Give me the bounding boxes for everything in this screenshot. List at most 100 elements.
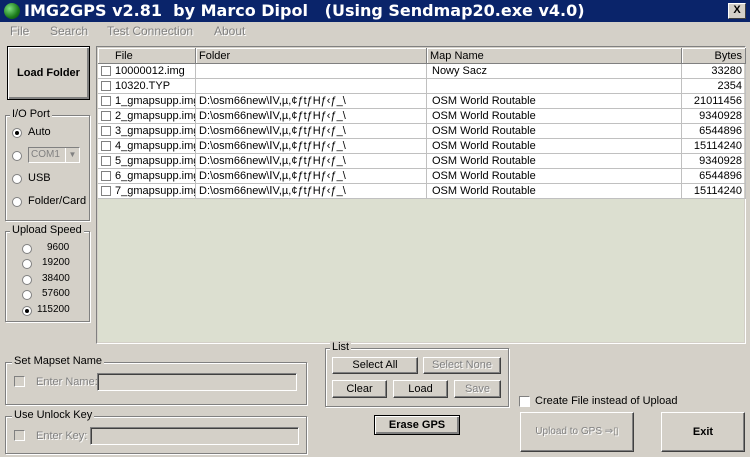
io-folder-card-label: Folder/Card [28,195,87,207]
table-row[interactable]: 7_gmapsupp.img D:\osm66new\ⅠV,µ,¢ƒtƒHƒ‹ƒ_… [98,184,746,199]
load-button[interactable]: Load [393,380,448,398]
menu-search[interactable]: Search [50,24,88,38]
create-file-checkbox[interactable] [519,396,530,407]
col-folder-header[interactable]: Folder [196,48,427,64]
cell-file: 2_gmapsupp.img [98,109,196,124]
cell-map: OSM World Routable [427,154,682,169]
upload-arrow-device-icon: ⇒▯ [602,426,619,437]
cell-folder: D:\osm66new\ⅠV,µ,¢ƒtƒHƒ‹ƒ_\ [196,109,427,124]
table-row[interactable]: 3_gmapsupp.img D:\osm66new\ⅠV,µ,¢ƒtƒHƒ‹ƒ_… [98,124,746,139]
table-row[interactable]: 10320.TYP 2354 [98,79,746,94]
io-usb-radio[interactable] [12,174,22,184]
mapset-name-input[interactable] [97,373,297,391]
menu-test-connection[interactable]: Test Connection [107,24,193,38]
erase-gps-button[interactable]: Erase GPS [374,415,460,435]
close-button[interactable]: X [728,3,746,19]
mapset-field-label: Enter Name: [36,376,98,388]
title-bar: IMG2GPS v2.81 by Marco Dipol (Using Send… [0,0,750,22]
cell-map: Nowy Sacz [427,64,682,79]
io-com-radio[interactable] [12,151,22,161]
speed-19200-radio[interactable] [22,259,32,269]
cell-bytes: 2354 [682,79,746,94]
io-usb-label: USB [28,172,51,184]
io-auto-radio[interactable] [12,128,22,138]
file-list-body: File Folder Map Name Bytes 10000012.img N… [98,48,746,342]
cell-map: OSM World Routable [427,184,682,199]
cell-file: 4_gmapsupp.img [98,139,196,154]
cell-map: OSM World Routable [427,124,682,139]
unlock-field-label: Enter Key: [36,430,88,442]
cell-bytes: 15114240 [682,139,746,154]
cell-folder: D:\osm66new\ⅠV,µ,¢ƒtƒHƒ‹ƒ_\ [196,139,427,154]
cell-folder: D:\osm66new\ⅠV,µ,¢ƒtƒHƒ‹ƒ_\ [196,124,427,139]
load-folder-button[interactable]: Load Folder [7,46,90,100]
menu-file[interactable]: File [10,24,29,38]
mapset-legend: Set Mapset Name [12,355,105,367]
col-file-header[interactable]: File [98,48,196,64]
menu-about[interactable]: About [214,24,245,38]
create-file-label: Create File instead of Upload [535,395,678,407]
speed-57600-radio[interactable] [22,290,32,300]
speed-38400-label: 38400 [42,273,70,284]
select-none-button[interactable]: Select None [423,357,501,374]
col-bytes-header[interactable]: Bytes [682,48,746,64]
cell-bytes: 6544896 [682,169,746,184]
cell-file: 10000012.img [98,64,196,79]
cell-folder [196,64,427,79]
speed-9600-label: 9600 [47,242,70,253]
cell-file: 7_gmapsupp.img [98,184,196,199]
chevron-down-icon: ▼ [65,148,79,162]
cell-folder: D:\osm66new\ⅠV,µ,¢ƒtƒHƒ‹ƒ_\ [196,94,427,109]
unlock-checkbox[interactable] [14,430,25,441]
cell-folder: D:\osm66new\ⅠV,µ,¢ƒtƒHƒ‹ƒ_\ [196,184,427,199]
cell-folder [196,79,427,94]
speed-9600-radio[interactable] [22,244,32,254]
speed-115200-radio[interactable] [22,306,32,316]
table-row[interactable]: 10000012.img Nowy Sacz 33280 [98,64,746,79]
upload-to-gps-button[interactable]: Upload to GPS ⇒▯ [520,412,634,452]
io-folder-card-radio[interactable] [12,197,22,207]
list-legend: List [330,341,352,353]
file-list-header: File Folder Map Name Bytes [98,48,746,64]
cell-map: OSM World Routable [427,169,682,184]
table-row[interactable]: 1_gmapsupp.img D:\osm66new\ⅠV,µ,¢ƒtƒHƒ‹ƒ_… [98,94,746,109]
io-auto-label: Auto [28,126,51,138]
table-row[interactable]: 5_gmapsupp.img D:\osm66new\ⅠV,µ,¢ƒtƒHƒ‹ƒ_… [98,154,746,169]
menu-bar: File Search Test Connection About [0,22,750,40]
cell-file: 3_gmapsupp.img [98,124,196,139]
cell-bytes: 9340928 [682,154,746,169]
table-row[interactable]: 4_gmapsupp.img D:\osm66new\ⅠV,µ,¢ƒtƒHƒ‹ƒ_… [98,139,746,154]
cell-map: OSM World Routable [427,109,682,124]
speed-57600-label: 57600 [42,288,70,299]
select-all-button[interactable]: Select All [332,357,418,374]
unlock-legend: Use Unlock Key [12,409,95,421]
cell-file: 6_gmapsupp.img [98,169,196,184]
cell-map: OSM World Routable [427,94,682,109]
speed-19200-label: 19200 [42,257,70,268]
col-map-header[interactable]: Map Name [427,48,682,64]
com-port-value: COM1 [31,149,60,160]
cell-folder: D:\osm66new\ⅠV,µ,¢ƒtƒHƒ‹ƒ_\ [196,169,427,184]
file-list[interactable]: File Folder Map Name Bytes 10000012.img N… [96,46,746,344]
cell-bytes: 9340928 [682,109,746,124]
save-button[interactable]: Save [454,380,501,398]
cell-file: 1_gmapsupp.img [98,94,196,109]
speed-115200-label: 115200 [37,304,70,315]
cell-folder: D:\osm66new\ⅠV,µ,¢ƒtƒHƒ‹ƒ_\ [196,154,427,169]
mapset-checkbox[interactable] [14,376,25,387]
cell-map [427,79,682,94]
clear-button[interactable]: Clear [332,380,387,398]
window-title: IMG2GPS v2.81 by Marco Dipol (Using Send… [24,1,585,20]
cell-bytes: 15114240 [682,184,746,199]
cell-file: 10320.TYP [98,79,196,94]
app-globe-icon [4,3,20,19]
speed-38400-radio[interactable] [22,275,32,285]
table-row[interactable]: 2_gmapsupp.img D:\osm66new\ⅠV,µ,¢ƒtƒHƒ‹ƒ_… [98,109,746,124]
exit-button[interactable]: Exit [661,412,745,452]
com-port-select[interactable]: COM1 ▼ [28,147,80,163]
cell-map: OSM World Routable [427,139,682,154]
cell-bytes: 33280 [682,64,746,79]
cell-file: 5_gmapsupp.img [98,154,196,169]
unlock-key-input[interactable] [90,427,299,445]
table-row[interactable]: 6_gmapsupp.img D:\osm66new\ⅠV,µ,¢ƒtƒHƒ‹ƒ_… [98,169,746,184]
